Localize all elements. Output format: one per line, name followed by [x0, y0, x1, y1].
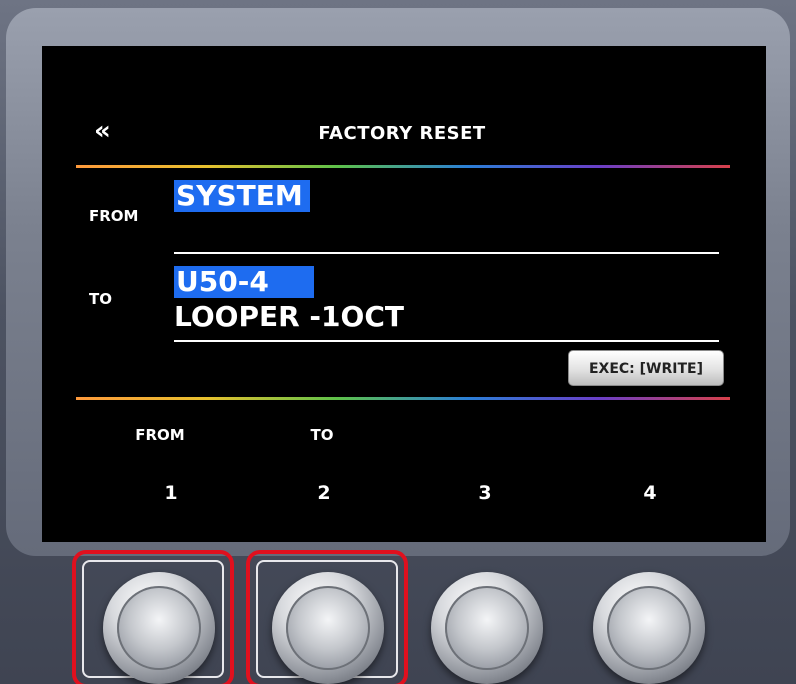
page-title: FACTORY RESET: [318, 123, 486, 144]
lcd-screen: « FACTORY RESET FROM SYSTEM TO U50-4 LOO…: [42, 46, 766, 542]
from-value-field[interactable]: SYSTEM: [174, 180, 310, 212]
device-panel: « FACTORY RESET FROM SYSTEM TO U50-4 LOO…: [0, 0, 796, 684]
knob-1[interactable]: [103, 572, 215, 684]
knob-2[interactable]: [272, 572, 384, 684]
back-icon[interactable]: «: [94, 118, 111, 144]
function-number-2: 2: [317, 482, 331, 504]
to-label: TO: [89, 290, 112, 308]
bottom-divider: [76, 397, 730, 400]
to-value-field[interactable]: U50-4: [174, 266, 314, 298]
to-patch-name: LOOPER -1OCT: [174, 300, 404, 333]
function-label-2: TO: [310, 426, 334, 444]
top-divider: [76, 165, 730, 168]
function-label-1: FROM: [135, 426, 185, 444]
from-label: FROM: [89, 207, 139, 225]
to-underline: [174, 340, 719, 342]
knob-4[interactable]: [593, 572, 705, 684]
knob-3[interactable]: [431, 572, 543, 684]
from-underline: [174, 252, 719, 254]
function-number-1: 1: [164, 482, 178, 504]
function-number-4: 4: [643, 482, 657, 504]
exec-write-button[interactable]: EXEC: [WRITE]: [568, 350, 724, 386]
function-number-3: 3: [478, 482, 492, 504]
